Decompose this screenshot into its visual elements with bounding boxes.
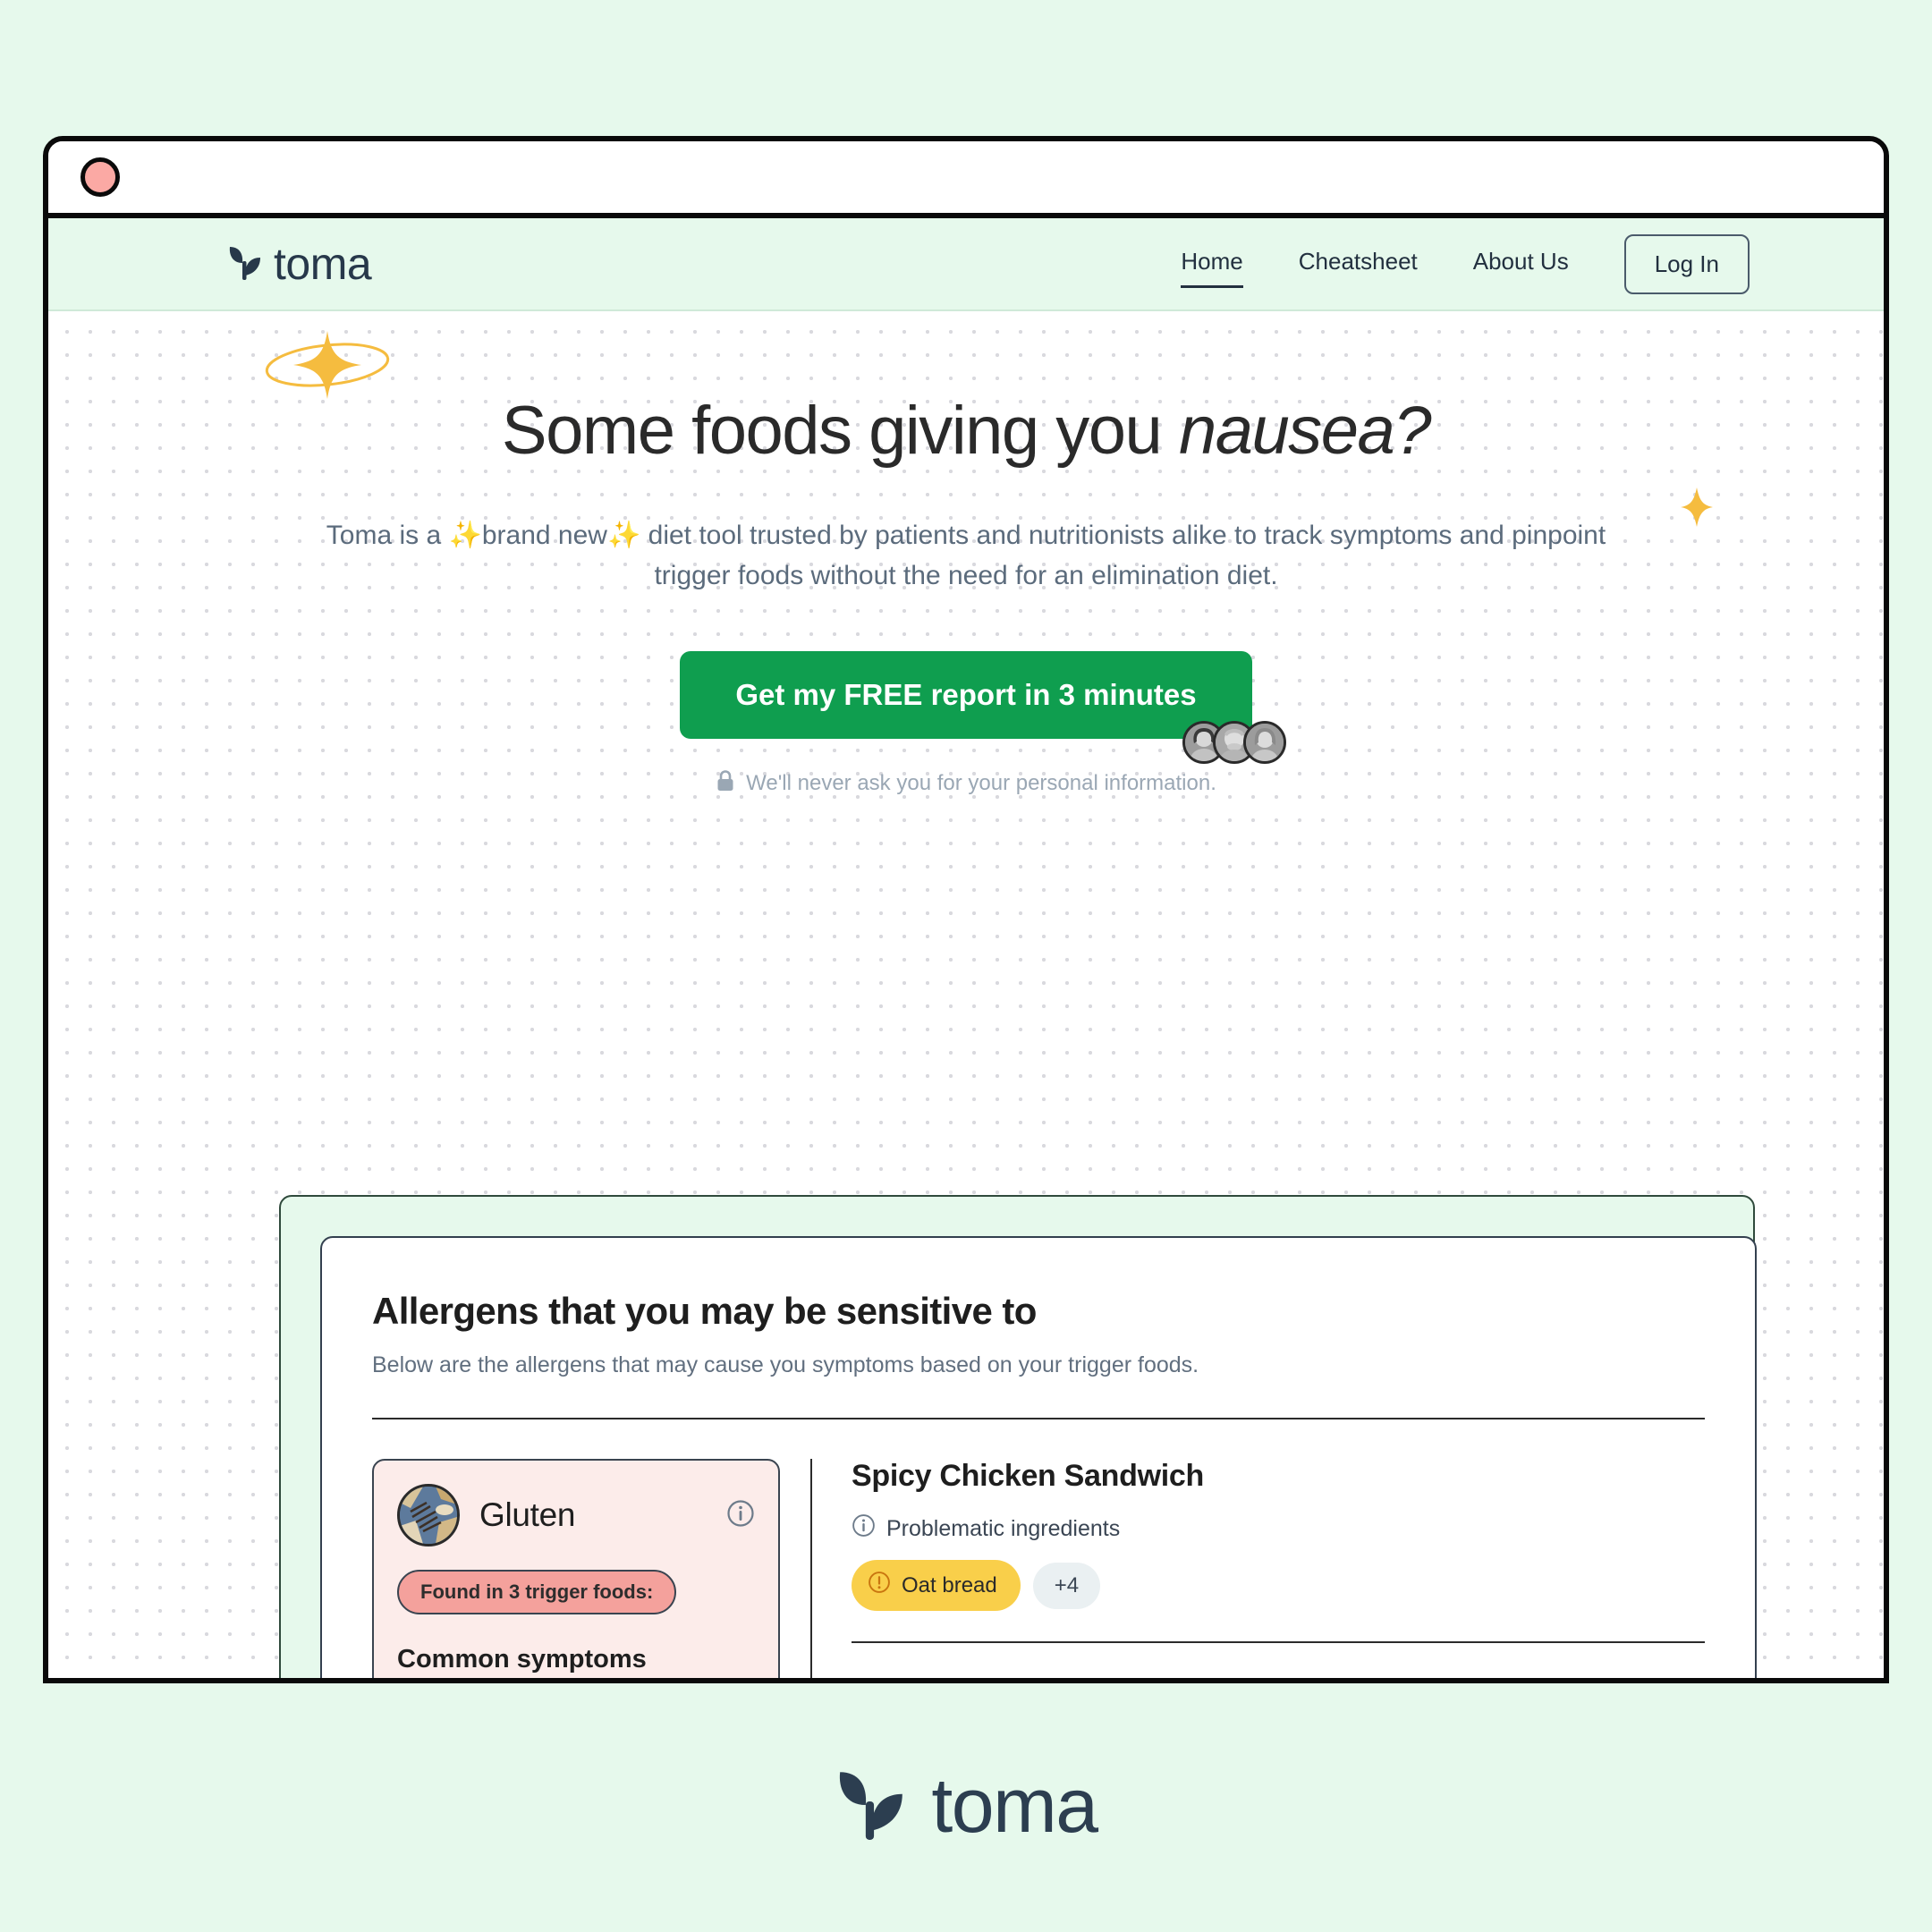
info-icon[interactable]: [726, 1499, 755, 1532]
report-card-outer: Allergens that you may be sensitive to B…: [279, 1195, 1757, 1678]
avatar-group: [1182, 720, 1286, 764]
nav-links: Home Cheatsheet About Us Log In: [1181, 233, 1830, 294]
info-icon: [852, 1513, 876, 1544]
allergen-header: Gluten: [397, 1484, 755, 1546]
ingredient-chip[interactable]: Oat bread: [852, 1560, 1021, 1611]
brand-logo[interactable]: toma: [227, 239, 372, 289]
list-item[interactable]: Spicy Chicken Sandwich Problematic ingre…: [852, 1459, 1705, 1641]
privacy-note-text: We'll never ask you for your personal in…: [746, 771, 1216, 796]
trigger-count-badge: Found in 3 trigger foods:: [397, 1570, 677, 1614]
sparkle-icon: [1680, 487, 1714, 532]
list-item[interactable]: Bacon, Egg, and Cheese on a Roll P: [852, 1641, 1705, 1678]
hero-section: Some foods giving you nausea? Toma is a …: [48, 311, 1884, 799]
footer-logo: toma: [0, 1765, 1932, 1846]
lock-icon: [716, 769, 735, 799]
common-symptoms-title: Common symptoms: [397, 1645, 647, 1674]
sprout-icon: [227, 243, 263, 285]
ingredient-chip-row: Oat bread +4: [852, 1560, 1705, 1611]
cta-container: Get my FREE report in 3 minutes: [680, 650, 1286, 764]
sprout-icon: [835, 1765, 908, 1846]
window-close-button[interactable]: [80, 157, 120, 197]
trigger-foods-list: Spicy Chicken Sandwich Problematic ingre…: [810, 1459, 1705, 1678]
hero-subtitle: Toma is a ✨brand new✨ diet tool trusted …: [326, 520, 1606, 590]
nav-item-home[interactable]: Home: [1181, 248, 1244, 288]
nav-item-cheatsheet[interactable]: Cheatsheet: [1299, 248, 1418, 281]
report-card: Allergens that you may be sensitive to B…: [320, 1236, 1757, 1678]
food-name: Spicy Chicken Sandwich: [852, 1459, 1204, 1493]
report-body: Gluten Found in 3 trigger foods: Common …: [372, 1459, 1705, 1678]
login-button[interactable]: Log In: [1623, 233, 1750, 294]
allergen-name: Gluten: [479, 1496, 576, 1533]
allergen-card-gluten[interactable]: Gluten Found in 3 trigger foods: Common …: [372, 1459, 780, 1678]
problematic-ingredients-label: Problematic ingredients: [886, 1515, 1121, 1541]
hero-title-emphasis: nausea?: [1178, 393, 1432, 469]
allergen-thumbnail-image: [397, 1484, 460, 1546]
problematic-ingredients-label-row: Problematic ingredients: [852, 1513, 1705, 1544]
allergen-column: Gluten Found in 3 trigger foods: Common …: [372, 1459, 810, 1678]
site-navbar: toma Home Cheatsheet About Us Log In: [48, 218, 1884, 311]
sparkle-ring-icon: [256, 329, 399, 405]
footer-brand-name: toma: [931, 1762, 1098, 1849]
report-description: Below are the allergens that may cause y…: [372, 1352, 1199, 1377]
page-canvas: Some foods giving you nausea? Toma is a …: [48, 311, 1884, 1678]
food-name: Bacon, Egg, and Cheese on a Roll: [852, 1674, 1705, 1678]
hero-title-main: Some foods giving you: [501, 393, 1179, 469]
browser-window: toma Home Cheatsheet About Us Log In Som…: [43, 136, 1889, 1683]
avatar: [1242, 720, 1286, 764]
more-ingredients-chip[interactable]: +4: [1032, 1562, 1101, 1609]
brand-name: toma: [274, 239, 372, 289]
privacy-note: We'll never ask you for your personal in…: [48, 769, 1884, 799]
browser-titlebar: [48, 141, 1884, 218]
report-divider: [372, 1418, 1705, 1419]
report-title: Allergens that you may be sensitive to: [372, 1290, 1037, 1332]
ingredient-chip-label: Oat bread: [902, 1572, 997, 1597]
get-free-report-button[interactable]: Get my FREE report in 3 minutes: [680, 650, 1252, 739]
nav-item-about-us[interactable]: About Us: [1473, 248, 1569, 281]
alert-circle-icon: [868, 1571, 891, 1600]
